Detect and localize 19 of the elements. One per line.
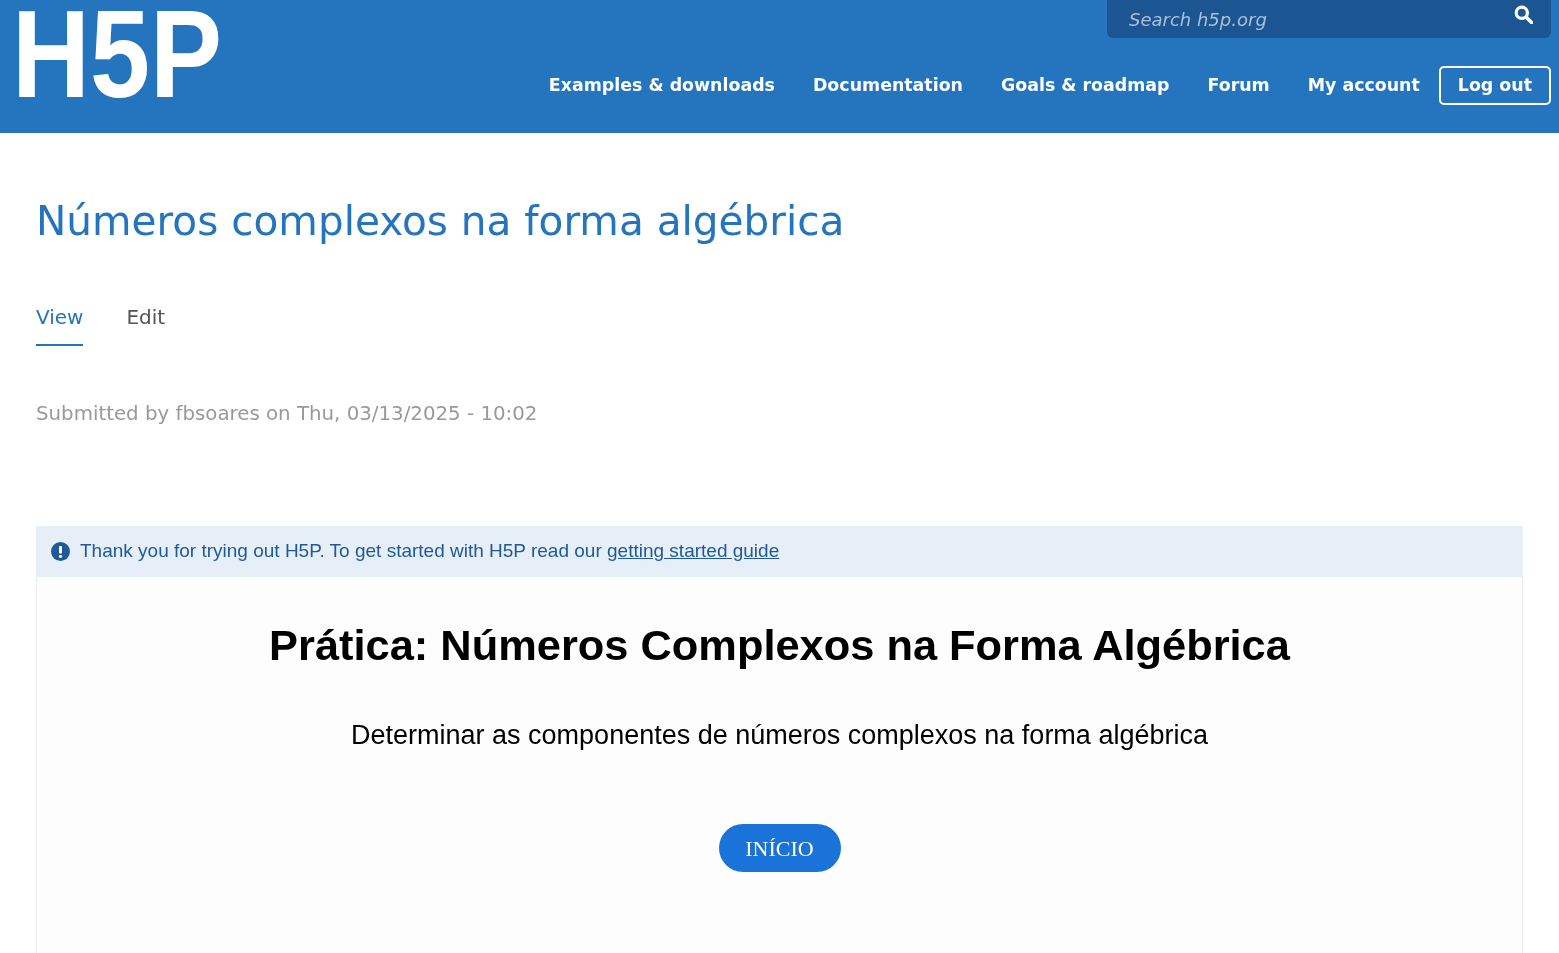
content-subtitle: Determinar as componentes de números complexos na forma algébrica (350, 719, 1209, 752)
notice-text: Thank you for trying out H5P. To get started with H5P read our getting started guide (80, 539, 780, 564)
nav-link[interactable]: My account (1288, 66, 1439, 105)
nav-link[interactable]: Examples & downloads (529, 66, 794, 105)
content-heading: Prática: Números Complexos na Forma Algébrica (268, 621, 1292, 669)
logout-button[interactable]: Log out (1438, 66, 1551, 105)
nav-link[interactable]: Documentation (793, 66, 982, 105)
nav-link[interactable]: Goals & roadmap (981, 66, 1189, 105)
submitted-info: Submitted by fbsoares on Thu, 03/13/2025 - 10:02 (36, 401, 539, 427)
logo[interactable]: H5P (12, 8, 224, 100)
exclamation-icon (51, 542, 70, 561)
page-title: Números complexos na forma algébrica (36, 197, 846, 245)
nav-link[interactable]: Forum (1188, 66, 1289, 105)
start-button[interactable]: INÍCIO (718, 824, 841, 872)
tab[interactable]: Edit (126, 303, 166, 346)
tab[interactable]: View (36, 303, 84, 346)
search-icon[interactable] (1514, 5, 1533, 24)
search-field[interactable]: Search h5p.org (1107, 0, 1551, 38)
getting-started-link[interactable]: getting started guide (607, 540, 780, 562)
